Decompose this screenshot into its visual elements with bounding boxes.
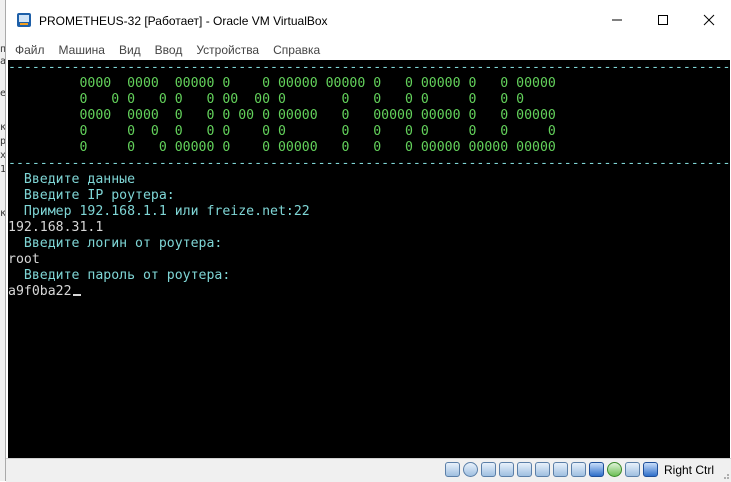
vm-state-icon[interactable] <box>606 462 622 477</box>
vm-console-screen[interactable]: ----------------------------------------… <box>8 60 730 458</box>
title-bar[interactable]: PROMETHEUS-32 [Работает] - Oracle VM Vir… <box>6 0 731 40</box>
prompt-router-password: Введите пароль от роутера: <box>8 268 231 283</box>
menu-devices[interactable]: Устройства <box>189 43 266 57</box>
window-title: PROMETHEUS-32 [Работает] - Oracle VM Vir… <box>39 14 328 28</box>
prompt-router-login: Введите логин от роутера: <box>8 236 223 251</box>
status-icons: Right Ctrl <box>444 462 714 477</box>
virtualbox-window: PROMETHEUS-32 [Работает] - Oracle VM Vir… <box>5 0 731 482</box>
host-key-label: Right Ctrl <box>663 462 714 477</box>
input-router-password: a9f0ba22 <box>8 284 72 299</box>
banner-line: 0000 0000 00000 0 0 00000 00000 0 0 0000… <box>8 76 556 91</box>
prompt-router-ip: Введите IP роутера: <box>8 188 175 203</box>
menu-help[interactable]: Справка <box>266 43 327 57</box>
usb-icon[interactable] <box>516 462 532 477</box>
text-cursor <box>72 294 81 296</box>
network-icon[interactable] <box>498 462 514 477</box>
virtualbox-app-icon <box>17 13 31 27</box>
menu-file[interactable]: Файл <box>6 43 52 57</box>
input-router-login: root <box>8 252 40 267</box>
shared-folders-icon[interactable] <box>534 462 550 477</box>
mouse-integration-icon[interactable] <box>624 462 640 477</box>
maximize-icon <box>658 15 668 25</box>
close-icon <box>703 14 715 26</box>
menu-bar: Файл Машина Вид Ввод Устройства Справка <box>6 40 731 60</box>
menu-view[interactable]: Вид <box>112 43 148 57</box>
menu-input[interactable]: Ввод <box>148 43 190 57</box>
audio-icon[interactable] <box>480 462 496 477</box>
console-rule-bottom: ----------------------------------------… <box>8 156 730 171</box>
banner-line: 0 0 0 0 0 0 0 0 0 0 0 0 0 0 0 <box>8 124 556 139</box>
banner-line: 0 0 0 00000 0 0 00000 0 0 0 00000 00000 … <box>8 140 556 155</box>
console-rule-top: ----------------------------------------… <box>8 60 730 75</box>
banner-line: 0 0 0 0 0 0 00 00 0 0 0 0 0 0 0 0 <box>8 92 525 107</box>
password-input-line[interactable]: a9f0ba22 <box>8 284 81 300</box>
banner-line: 0000 0000 0 0 0 00 0 00000 0 00000 00000… <box>8 108 556 123</box>
optical-drive-icon[interactable] <box>462 462 478 477</box>
minimize-icon <box>612 19 622 21</box>
recording-icon[interactable] <box>588 462 604 477</box>
menu-machine[interactable]: Машина <box>52 43 112 57</box>
status-bar: Right Ctrl <box>6 458 731 482</box>
resize-grip-icon[interactable] <box>720 470 730 480</box>
maximize-button[interactable] <box>640 0 686 40</box>
keyboard-capture-icon[interactable] <box>642 462 658 477</box>
hard-disk-icon[interactable] <box>444 462 460 477</box>
close-button[interactable] <box>686 0 731 40</box>
minimize-button[interactable] <box>594 0 640 40</box>
display-icon[interactable] <box>552 462 568 477</box>
video-capture-icon[interactable] <box>570 462 586 477</box>
prompt-ip-example: Пример 192.168.1.1 или freize.net:22 <box>8 204 310 219</box>
input-router-ip: 192.168.31.1 <box>8 220 104 235</box>
prompt-enter-data: Введите данные <box>8 172 136 187</box>
